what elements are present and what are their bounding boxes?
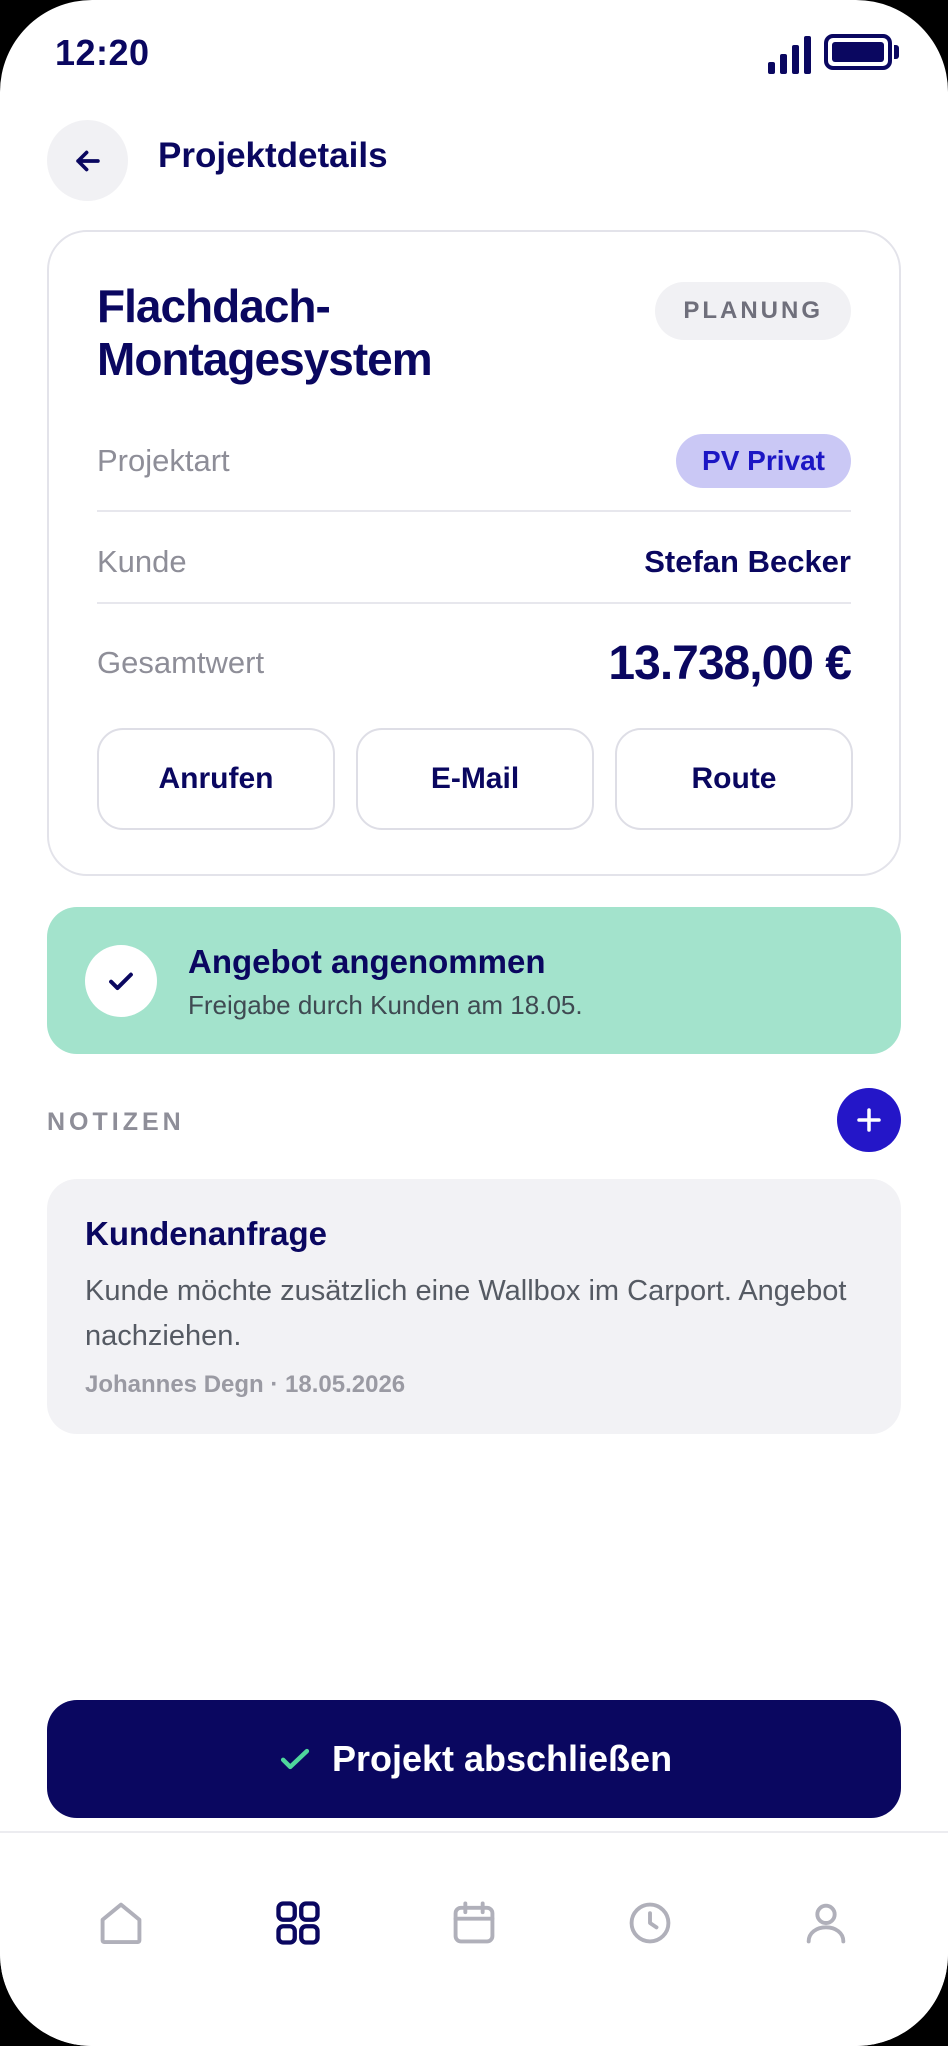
tab-home[interactable]: [93, 1895, 149, 1951]
page-title: Projektdetails: [158, 136, 388, 175]
check-icon: [109, 972, 133, 991]
note-title: Kundenanfrage: [85, 1215, 328, 1252]
notes-section-label: NOTIZEN: [47, 1108, 185, 1136]
note-body: Kunde möchte zusätzlich eine Wallbox im …: [85, 1275, 847, 1352]
project-type-row: Projektart PV Privat: [97, 434, 851, 488]
offer-accepted-banner: Angebot angenommen Freigabe durch Kunden…: [47, 907, 901, 1054]
add-note-button[interactable]: [837, 1088, 901, 1152]
plus-icon: [857, 1108, 881, 1132]
customer-label: Kunde: [97, 544, 187, 579]
status-time: 12:20: [55, 32, 150, 73]
status-bar: 12:20: [0, 0, 948, 110]
customer-value[interactable]: Stefan Becker: [644, 544, 851, 580]
route-button[interactable]: Route: [615, 728, 853, 830]
status-badge: PLANUNG: [655, 282, 851, 340]
customer-row: Kunde Stefan Becker: [97, 537, 851, 587]
note-card[interactable]: Kundenanfrage Kunde möchte zusätzlich ei…: [47, 1179, 901, 1434]
total-row: Gesamtwert 13.738,00 €: [97, 628, 852, 698]
total-label: Gesamtwert: [97, 645, 265, 680]
check-icon: [280, 1748, 310, 1770]
bottom-tab-bar: [0, 1831, 948, 2046]
complete-project-button[interactable]: Projekt abschließen: [47, 1700, 901, 1818]
call-button[interactable]: Anrufen: [97, 728, 335, 830]
tab-history[interactable]: [622, 1895, 678, 1951]
user-icon: [806, 1903, 846, 1944]
tab-calendar[interactable]: [446, 1895, 502, 1951]
phone-screen: 12:20 Projektdetails Flachdach-Montagesy…: [0, 0, 948, 2046]
project-type-badge: PV Privat: [676, 434, 851, 488]
project-type-label: Projektart: [97, 443, 230, 478]
banner-subtitle: Freigabe durch Kunden am 18.05.: [188, 990, 583, 1020]
banner-title: Angebot angenommen: [188, 943, 546, 980]
tab-profile[interactable]: [798, 1895, 854, 1951]
back-button[interactable]: [47, 120, 128, 201]
check-circle-icon: [85, 945, 157, 1017]
battery-icon: [824, 34, 892, 70]
calendar-icon: [453, 1901, 495, 1944]
tab-projects[interactable]: [270, 1895, 326, 1951]
complete-project-label: Projekt abschließen: [331, 1738, 673, 1779]
project-card: Flachdach-Montagesystem PLANUNG Projekta…: [47, 230, 901, 876]
home-icon: [100, 1902, 142, 1945]
clock-icon: [629, 1902, 671, 1944]
signal-icon: [768, 36, 811, 74]
divider: [97, 510, 851, 512]
battery-tip: [894, 45, 899, 59]
note-meta: Johannes Degn · 18.05.2026: [85, 1371, 406, 1398]
grid-icon: [276, 1901, 320, 1945]
total-value: 13.738,00 €: [608, 636, 852, 690]
project-name: Flachdach-Montagesystem: [97, 280, 433, 385]
divider: [97, 602, 851, 604]
arrow-left-icon: [75, 150, 100, 171]
email-button[interactable]: E-Mail: [356, 728, 594, 830]
